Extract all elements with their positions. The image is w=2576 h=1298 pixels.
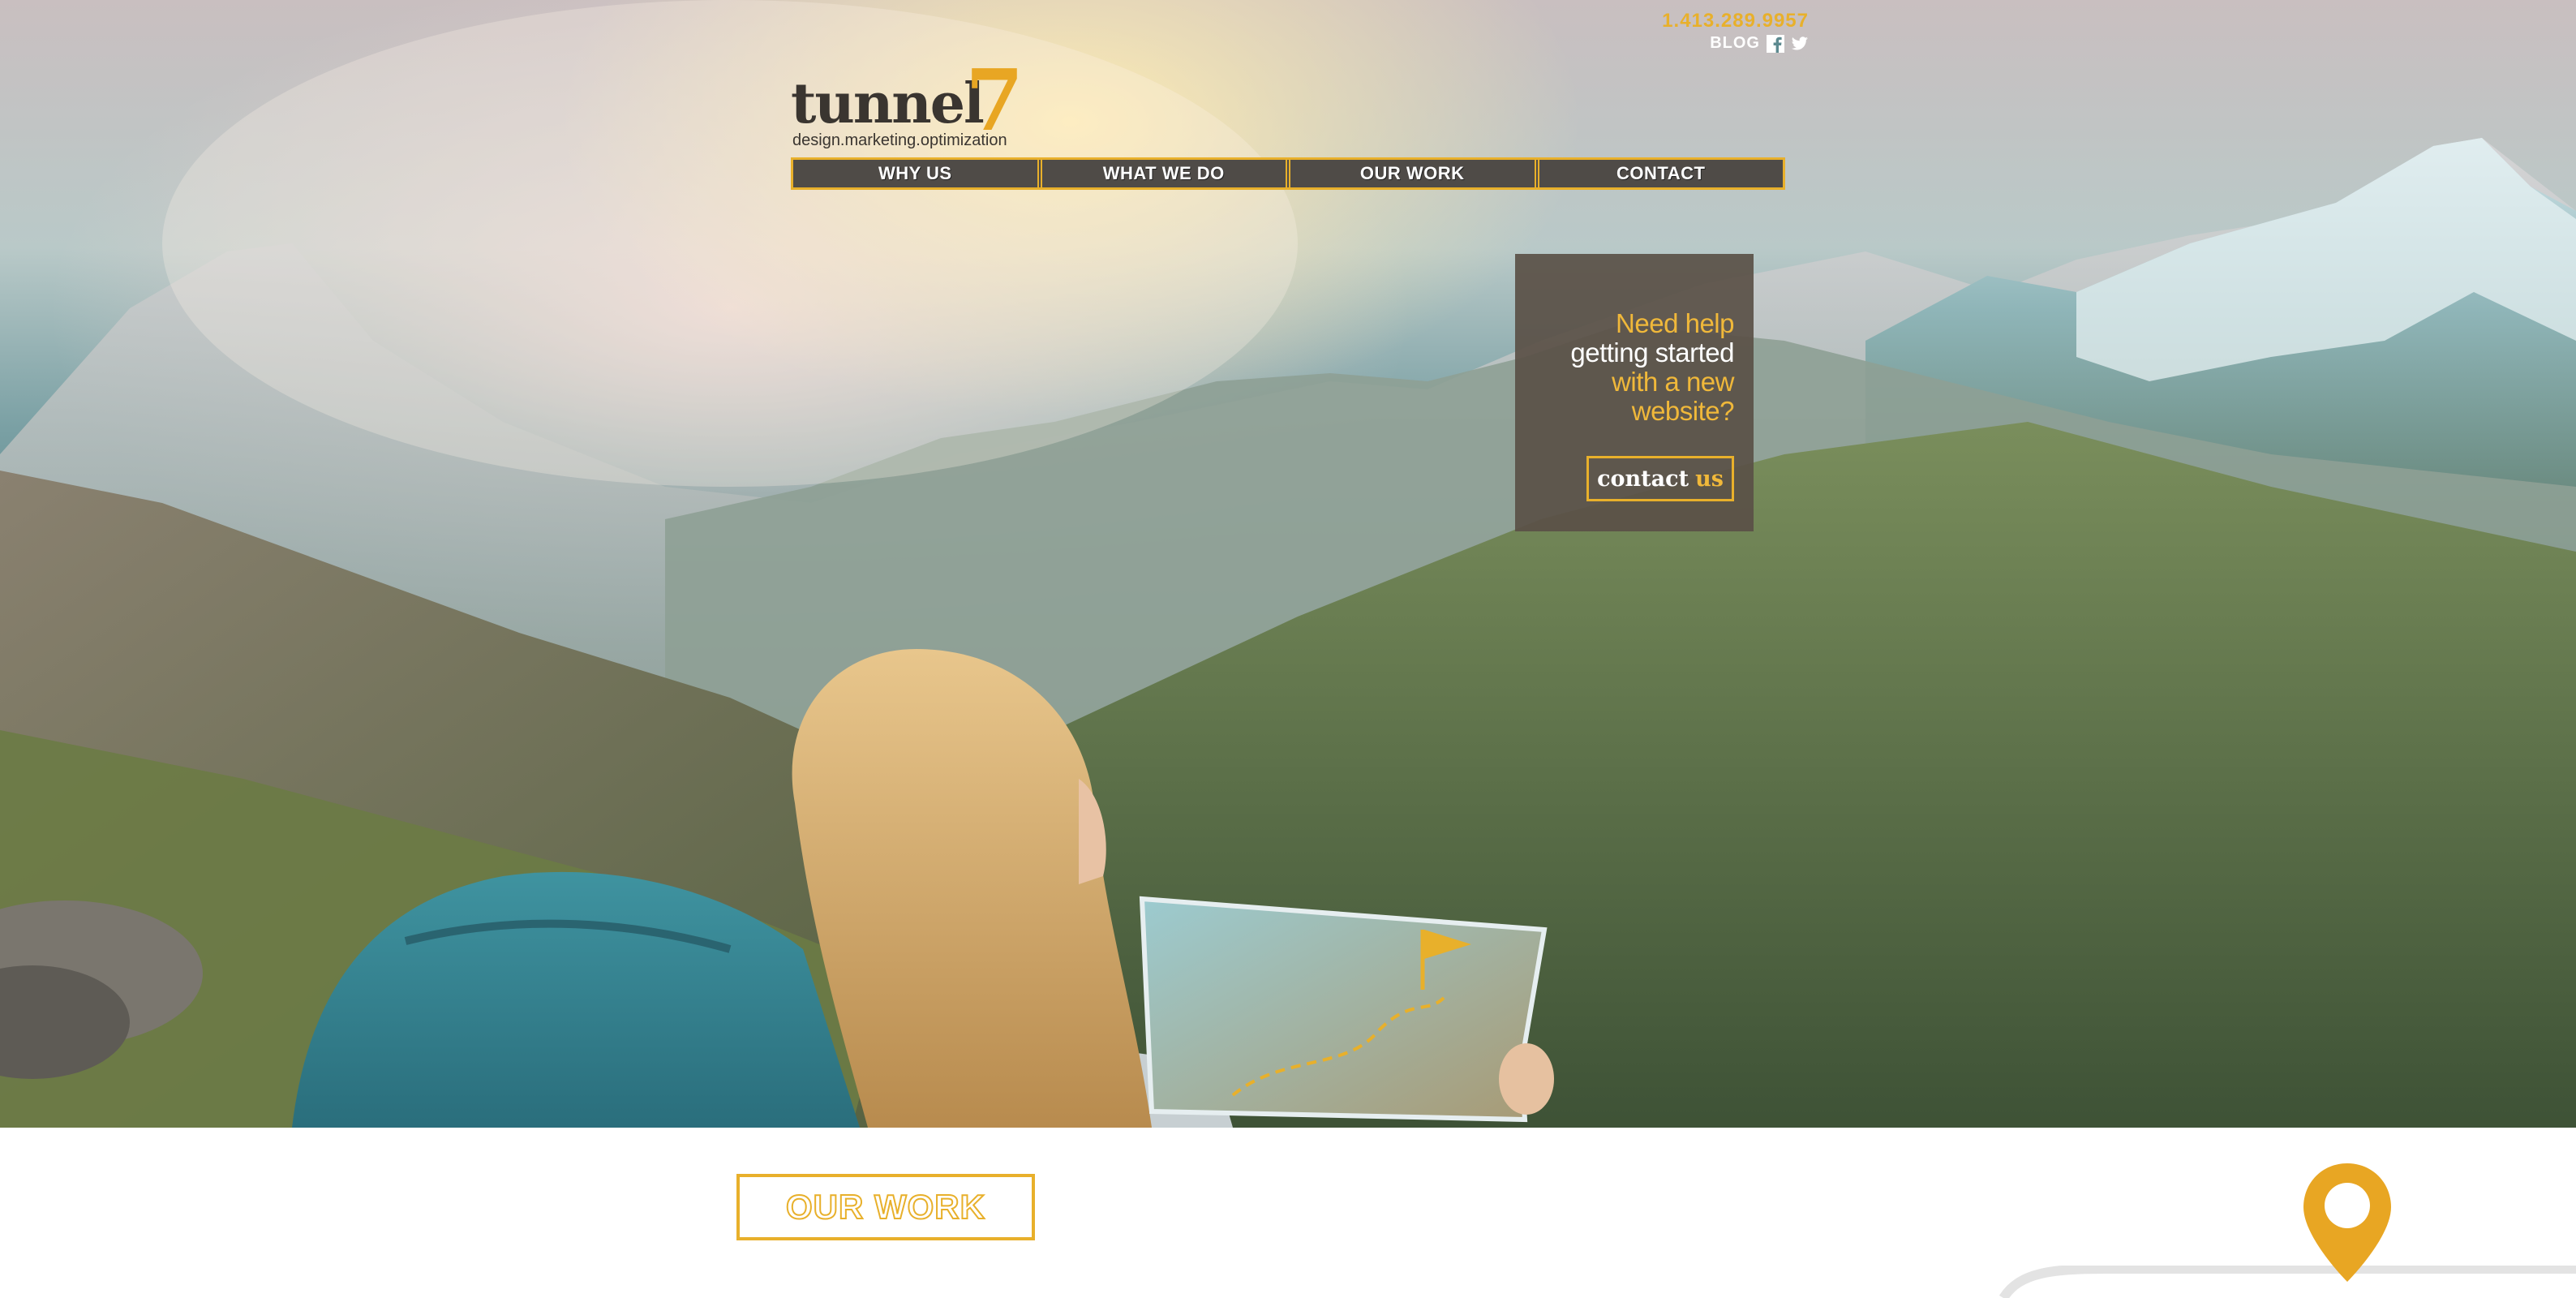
help-callout: Need help getting started with a new web… xyxy=(1515,254,1754,531)
our-work-button[interactable]: OUR WORK xyxy=(736,1174,1035,1240)
facebook-icon[interactable] xyxy=(1767,34,1784,53)
site-logo[interactable]: tunnel 7 design.marketing.optimization xyxy=(791,50,1034,157)
nav-item-contact[interactable]: CONTACT xyxy=(1539,160,1784,187)
callout-line: website? xyxy=(1631,396,1735,426)
header-links: BLOG xyxy=(1655,34,1809,53)
contact-us-button[interactable]: contact us xyxy=(1586,456,1734,501)
nav-item-why-us[interactable]: WHY US xyxy=(793,160,1042,187)
nav-item-our-work[interactable]: OUR WORK xyxy=(1290,160,1539,187)
callout-line: getting started xyxy=(1570,337,1734,367)
main-nav: WHY US WHAT WE DO OUR WORK CONTACT xyxy=(791,157,1785,190)
page: 1.413.289.9957 BLOG tunnel 7 design.mark… xyxy=(0,0,2576,1298)
logo-tagline: design.marketing.optimization xyxy=(792,131,1007,149)
callout-line: with a new xyxy=(1612,367,1734,397)
phone-number[interactable]: 1.413.289.9957 xyxy=(1655,10,1809,32)
logo-wordmark: tunnel xyxy=(791,71,985,136)
blog-link[interactable]: BLOG xyxy=(1710,34,1760,53)
callout-line: Need help xyxy=(1616,308,1734,338)
nav-item-what-we-do[interactable]: WHAT WE DO xyxy=(1042,160,1290,187)
contact-us-button-accent: us xyxy=(1695,466,1724,492)
contact-us-button-label: contact xyxy=(1597,466,1689,492)
twitter-icon[interactable] xyxy=(1791,35,1809,53)
road-path-graphic xyxy=(1999,1266,2576,1298)
map-pin-icon xyxy=(2303,1163,2391,1282)
hero-section: 1.413.289.9957 BLOG tunnel 7 design.mark… xyxy=(0,0,2576,1128)
